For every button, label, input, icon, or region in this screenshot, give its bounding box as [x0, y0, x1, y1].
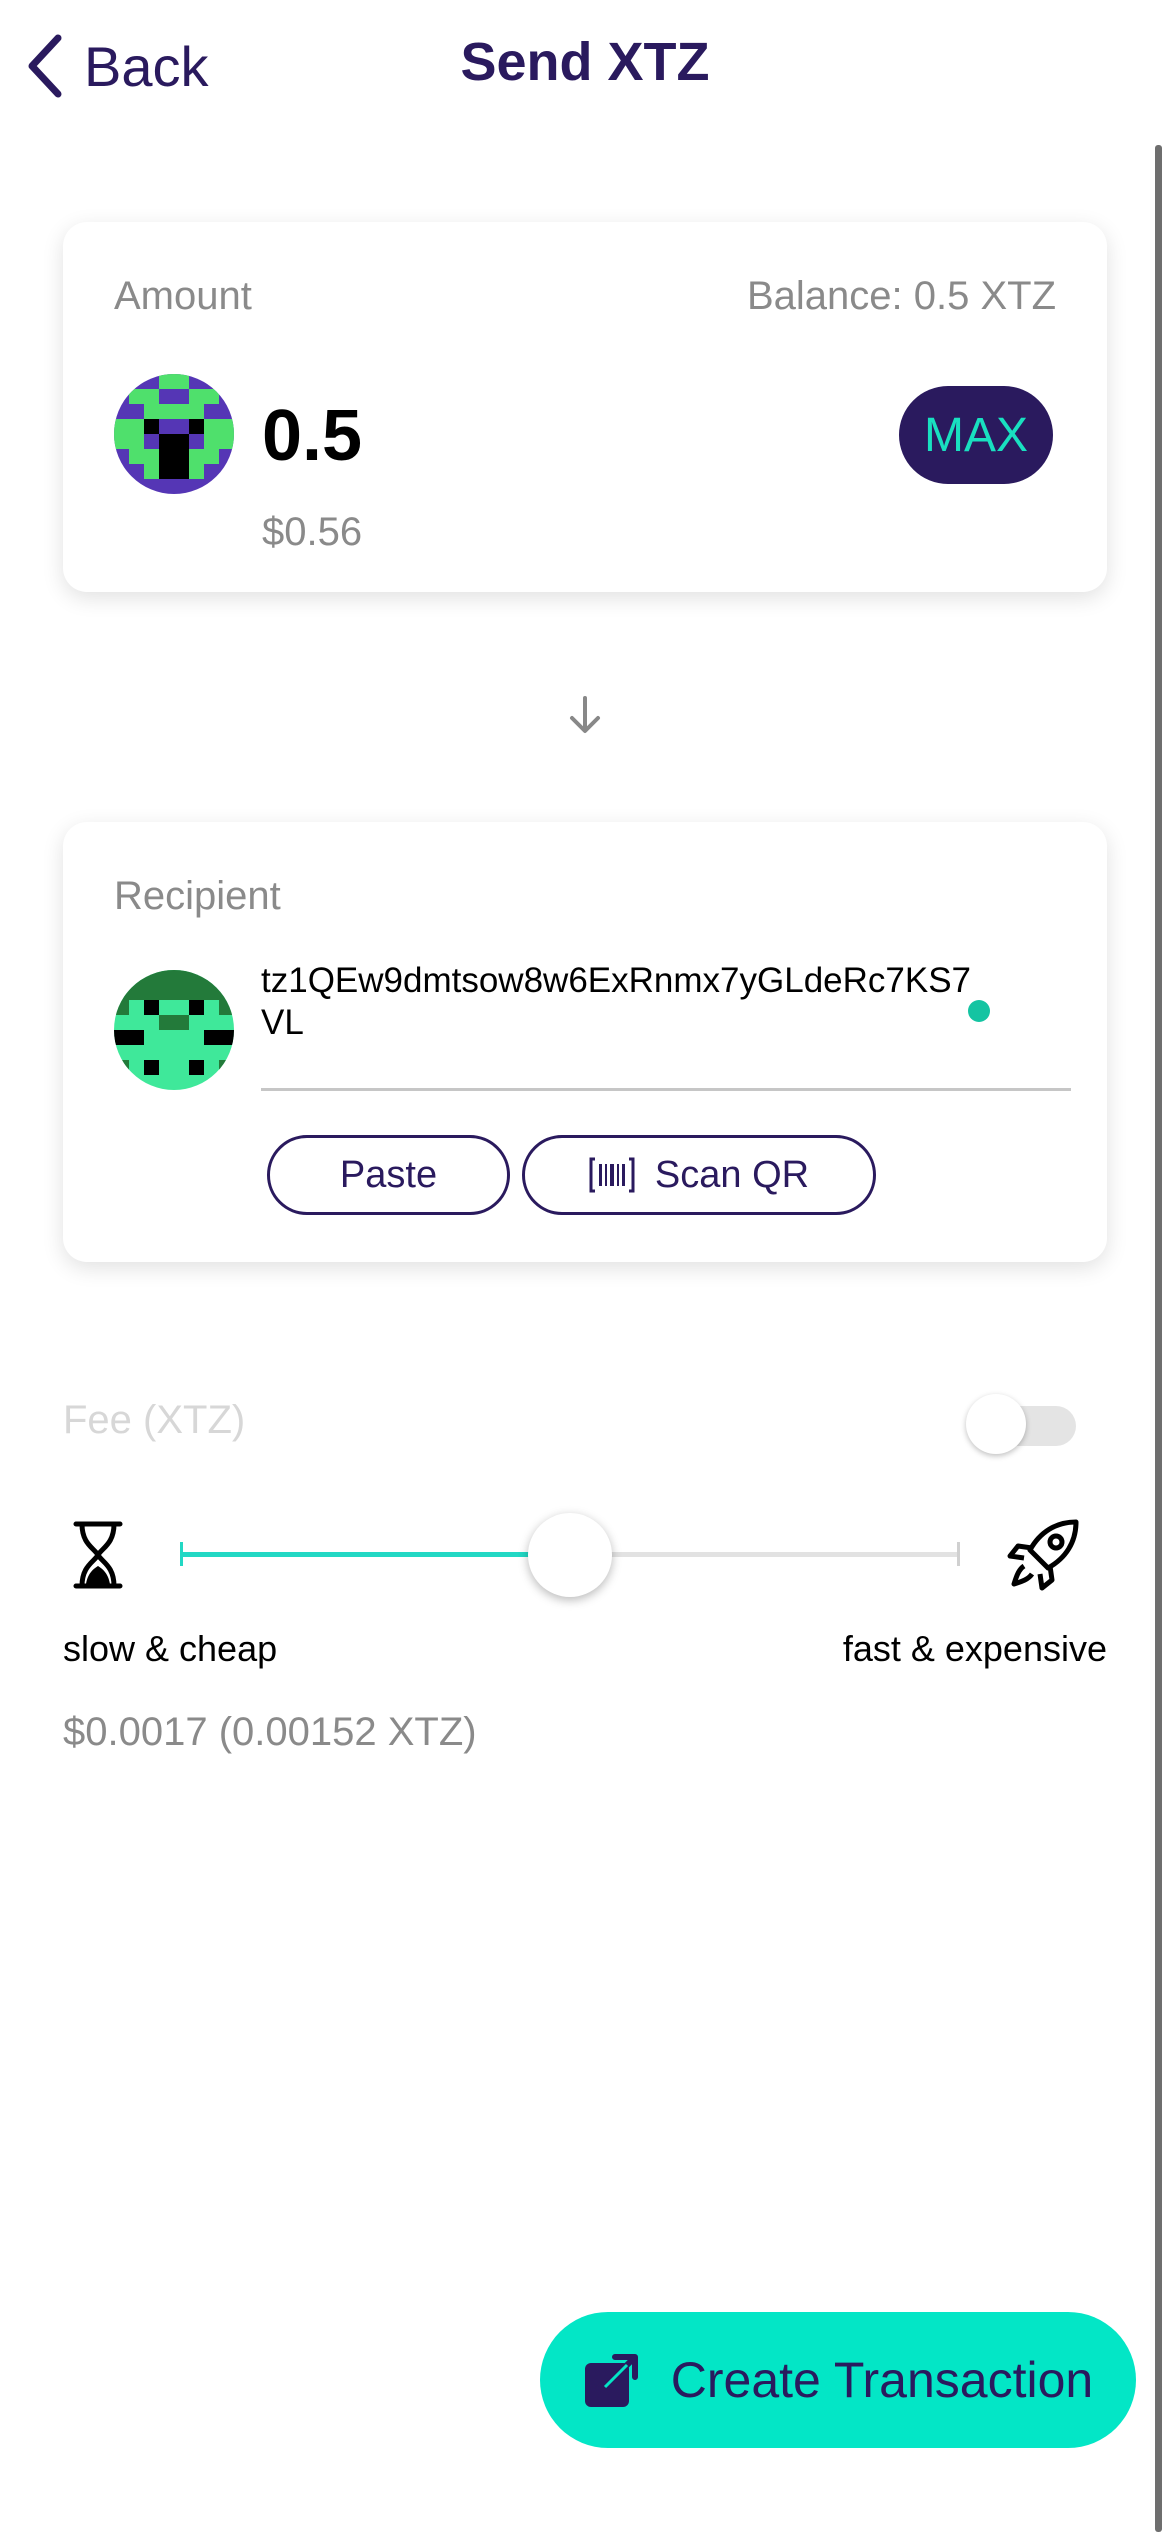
address-valid-indicator	[968, 1000, 990, 1022]
slow-label: slow & cheap	[63, 1628, 278, 1669]
max-button[interactable]: MAX	[899, 386, 1053, 484]
create-transaction-label: Create Transaction	[670, 2352, 1094, 2408]
paste-button[interactable]: Paste	[267, 1135, 510, 1215]
arrow-down-icon	[570, 696, 600, 733]
hourglass-icon	[73, 1521, 123, 1589]
toggle-knob	[966, 1394, 1026, 1454]
external-link-icon	[584, 2354, 638, 2407]
page-title: Send XTZ	[460, 32, 710, 92]
fast-label: fast & expensive	[842, 1628, 1107, 1669]
recipient-card: Recipient tz1QEw9dmtsow8w6ExRnmx7yGLdeRc…	[63, 822, 1107, 1262]
slider-tick-min	[180, 1542, 183, 1566]
fee-label: Fee (XTZ)	[63, 1398, 246, 1442]
slider-tick-max	[957, 1542, 960, 1566]
create-transaction-button[interactable]: Create Transaction	[540, 2312, 1136, 2448]
scrollbar[interactable]	[1155, 145, 1162, 2532]
rocket-icon	[1007, 1519, 1079, 1591]
recipient-label: Recipient	[114, 874, 281, 918]
recipient-avatar-icon	[114, 970, 234, 1090]
scan-qr-button[interactable]: Scan QR	[522, 1135, 876, 1215]
slider-fill	[182, 1552, 570, 1557]
balance-text: Balance: 0.5 XTZ	[746, 274, 1056, 318]
header: Back Send XTZ	[0, 0, 1170, 130]
slider-thumb[interactable]	[528, 1513, 612, 1597]
recipient-address-input[interactable]: tz1QEw9dmtsow8w6ExRnmx7yGLdeRc7KS7VL	[261, 960, 989, 1044]
token-avatar-icon	[114, 374, 234, 494]
custom-fee-toggle[interactable]	[966, 1394, 1078, 1454]
address-underline	[261, 1088, 1071, 1091]
fee-slider[interactable]	[178, 1500, 962, 1610]
fee-value: $0.0017 (0.00152 XTZ)	[63, 1710, 477, 1754]
scan-qr-label: Scan QR	[654, 1153, 810, 1196]
fiat-value: $0.56	[262, 510, 363, 554]
amount-input[interactable]: 0.5	[262, 394, 362, 478]
paste-label: Paste	[339, 1153, 438, 1196]
barcode-icon	[589, 1157, 635, 1193]
amount-label: Amount	[114, 274, 252, 318]
amount-card: Amount Balance: 0.5 XTZ 0.5 $0.56 MAX	[63, 222, 1107, 592]
